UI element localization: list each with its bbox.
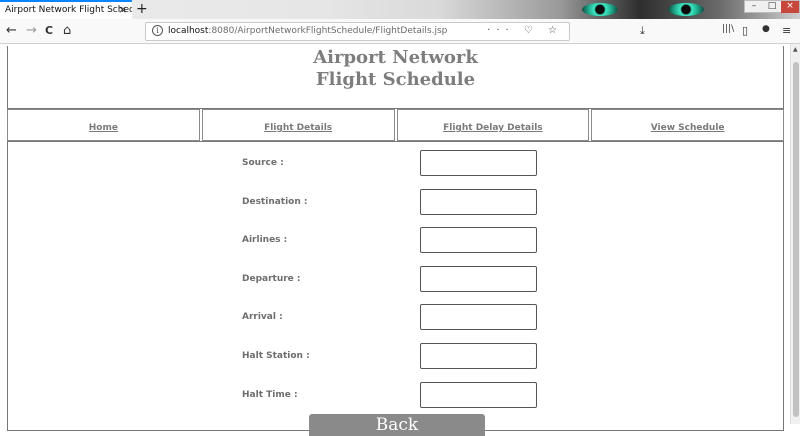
close-window-button[interactable]: × <box>781 1 799 13</box>
forward-arrow-icon[interactable]: → <box>26 24 37 38</box>
vertical-scrollbar[interactable]: ▲ <box>790 44 800 424</box>
menu-item-view-schedule: View Schedule <box>591 109 784 141</box>
page-actions-icons[interactable]: ··· ♡ ☆ <box>487 25 563 36</box>
form-row-departure: Departure : <box>8 266 785 292</box>
halt-station-label: Halt Station : <box>242 351 310 361</box>
menu-item-home: Home <box>7 109 200 141</box>
main-menu: Home Flight Details Flight Delay Details… <box>7 109 784 141</box>
scroll-up-arrow-icon[interactable]: ▲ <box>793 46 798 53</box>
tab-title: Airport Network Flight Schedule <box>5 5 132 15</box>
web-page: Airport Network Flight Schedule Home Fli… <box>0 44 790 436</box>
close-tab-icon[interactable]: × <box>118 3 127 16</box>
back-button[interactable]: Back <box>309 414 485 436</box>
window-controls: – □ × <box>744 0 800 13</box>
home-link[interactable]: Home <box>89 123 118 133</box>
address-bar[interactable]: i localhost:8080/AirportNetworkFlightSch… <box>145 22 570 41</box>
source-input[interactable] <box>420 150 537 176</box>
page-header: Airport Network Flight Schedule <box>7 46 784 109</box>
minimize-button[interactable]: – <box>745 1 763 13</box>
halt-time-input[interactable] <box>420 382 537 408</box>
airlines-label: Airlines : <box>242 235 288 245</box>
flight-details-link[interactable]: Flight Details <box>264 123 332 133</box>
airlines-input[interactable] <box>420 227 537 253</box>
home-icon[interactable]: ⌂ <box>63 24 71 38</box>
reload-icon[interactable]: C <box>45 24 53 38</box>
browser-tab[interactable]: Airport Network Flight Schedule × <box>0 0 132 19</box>
form-row-arrival: Arrival : <box>8 304 785 330</box>
menu-item-flight-delay-details: Flight Delay Details <box>396 109 590 141</box>
menu-icon[interactable]: ≡ <box>782 24 791 37</box>
account-icon[interactable]: ● <box>762 24 770 34</box>
form-row-airlines: Airlines : <box>8 227 785 253</box>
sidebar-icon[interactable]: ▯ <box>742 24 748 37</box>
url-text[interactable]: localhost:8080/AirportNetworkFlightSched… <box>168 26 447 36</box>
navigation-toolbar: ← → C ⌂ i localhost:8080/AirportNetworkF… <box>0 19 800 44</box>
new-tab-button[interactable]: + <box>136 0 148 19</box>
tiger-eye-theme-image <box>582 3 618 16</box>
flight-details-form: Source : Destination : Airlines : Depart… <box>7 141 785 436</box>
departure-input[interactable] <box>420 266 537 292</box>
halt-time-label: Halt Time : <box>242 390 298 400</box>
form-row-halt-time: Halt Time : <box>8 382 785 408</box>
arrival-input[interactable] <box>420 304 537 330</box>
download-icon[interactable]: ⤓ <box>640 24 645 38</box>
form-row-destination: Destination : <box>8 189 785 215</box>
browser-tab-bar: Airport Network Flight Schedule × + – □ … <box>0 0 800 19</box>
form-row-halt-station: Halt Station : <box>8 343 785 369</box>
form-row-source: Source : <box>8 150 785 176</box>
destination-input[interactable] <box>420 189 537 215</box>
destination-label: Destination : <box>242 197 308 207</box>
library-icon[interactable]: |||\ <box>722 24 734 34</box>
tiger-eye-theme-image <box>668 3 704 16</box>
halt-station-input[interactable] <box>420 343 537 369</box>
site-info-icon[interactable]: i <box>152 25 163 36</box>
back-arrow-icon[interactable]: ← <box>6 24 17 38</box>
arrival-label: Arrival : <box>242 312 283 322</box>
menu-item-flight-details: Flight Details <box>201 109 395 141</box>
view-schedule-link[interactable]: View Schedule <box>651 123 725 133</box>
maximize-button[interactable]: □ <box>763 1 781 13</box>
page-title: Airport Network Flight Schedule <box>313 47 478 90</box>
scrollbar-thumb[interactable] <box>793 62 799 417</box>
source-label: Source : <box>242 158 284 168</box>
flight-delay-details-link[interactable]: Flight Delay Details <box>443 123 543 133</box>
departure-label: Departure : <box>242 274 301 284</box>
